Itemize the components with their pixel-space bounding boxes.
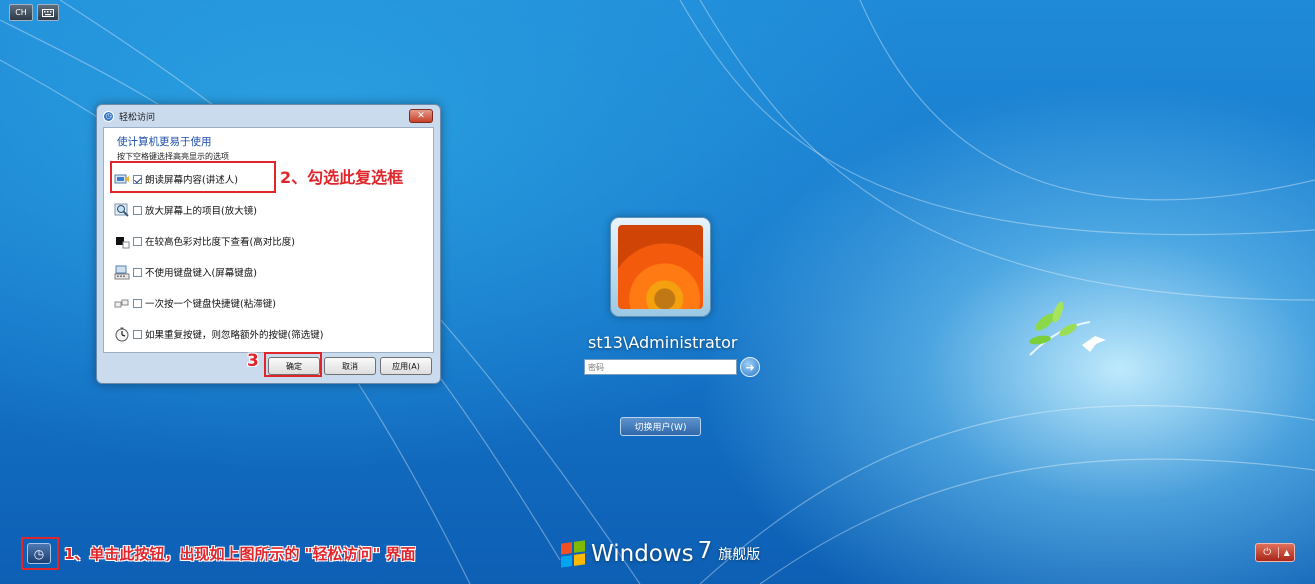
windows-brand: Windows 7 旗舰版 xyxy=(561,538,761,569)
checkbox-onscreen-keyboard[interactable] xyxy=(133,267,142,277)
dialog-title: 轻松访问 xyxy=(119,112,156,123)
option-high-contrast[interactable]: 在较高色彩对比度下查看(高对比度) xyxy=(114,231,295,251)
power-icon: ⏻ xyxy=(1256,547,1280,558)
ease-of-access-button[interactable]: ◷ xyxy=(27,543,51,564)
switch-user-button[interactable]: 切换用户(W) xyxy=(620,417,701,436)
ease-of-access-icon: ◷ xyxy=(103,110,114,122)
option-label: 不使用键盘键入(屏幕键盘) xyxy=(145,268,257,279)
close-icon: ✕ xyxy=(417,111,425,121)
language-indicator-button[interactable]: CH xyxy=(9,4,33,21)
chevron-up-icon[interactable]: ▲ xyxy=(1279,548,1294,557)
annotation-step3: 3 xyxy=(247,351,259,371)
ease-of-access-dialog: ◷ 轻松访问 ✕ 使计算机更易于使用 按下空格键选择高亮显示的选项 朗读屏幕内容… xyxy=(96,104,441,384)
option-label: 在较高色彩对比度下查看(高对比度) xyxy=(145,237,295,248)
option-onscreen-keyboard[interactable]: 不使用键盘键入(屏幕键盘) xyxy=(114,262,257,282)
filter-keys-icon xyxy=(115,327,129,342)
option-label: 放大屏幕上的项目(放大镜) xyxy=(145,206,257,217)
password-input[interactable] xyxy=(584,359,737,375)
ease-of-access-icon: ◷ xyxy=(33,546,45,561)
option-filter-keys[interactable]: 如果重复按键，则忽略额外的按键(筛选键) xyxy=(114,324,323,344)
annotation-step1: 1、单击此按钮，出现如上图所示的 "轻松访问" 界面 xyxy=(64,545,416,563)
onscreen-keyboard-icon xyxy=(114,265,130,280)
high-contrast-icon xyxy=(116,237,130,249)
dialog-titlebar[interactable]: ◷ 轻松访问 xyxy=(97,105,440,127)
sticky-keys-icon xyxy=(114,299,129,308)
annotation-box-checkbox xyxy=(110,161,276,193)
keyboard-button[interactable] xyxy=(37,4,59,21)
submit-arrow-button[interactable]: ➜ xyxy=(740,357,760,377)
apply-button[interactable]: 应用(A) xyxy=(380,357,432,375)
option-label: 如果重复按键，则忽略额外的按键(筛选键) xyxy=(145,330,324,341)
cancel-button[interactable]: 取消 xyxy=(324,357,376,375)
checkbox-sticky-keys[interactable] xyxy=(133,298,142,308)
checkbox-magnifier[interactable] xyxy=(133,205,142,215)
option-magnifier[interactable]: 放大屏幕上的项目(放大镜) xyxy=(114,200,257,220)
arrow-right-icon: ➜ xyxy=(745,360,755,374)
windows-flag-icon xyxy=(561,540,585,568)
shutdown-button[interactable]: ⏻ ▲ xyxy=(1255,543,1295,562)
brand-name: Windows xyxy=(591,541,694,567)
checkbox-high-contrast[interactable] xyxy=(133,236,142,246)
checkbox-filter-keys[interactable] xyxy=(133,329,142,339)
close-button[interactable]: ✕ xyxy=(409,109,433,123)
annotation-box-ok xyxy=(264,352,322,377)
option-label: 一次按一个键盘快捷键(粘滞键) xyxy=(145,299,276,310)
keyboard-icon xyxy=(42,8,54,17)
brand-version: 7 xyxy=(697,538,713,564)
user-avatar-frame xyxy=(610,217,711,317)
brand-edition: 旗舰版 xyxy=(718,547,761,563)
username: st13\Administrator xyxy=(588,333,738,352)
bird-branch-icon xyxy=(1029,301,1106,356)
dialog-heading: 使计算机更易于使用 xyxy=(117,136,212,148)
avatar xyxy=(618,225,703,309)
magnifier-icon xyxy=(114,203,129,217)
option-sticky-keys[interactable]: 一次按一个键盘快捷键(粘滞键) xyxy=(114,293,276,313)
annotation-step2: 2、勾选此复选框 xyxy=(280,168,404,187)
